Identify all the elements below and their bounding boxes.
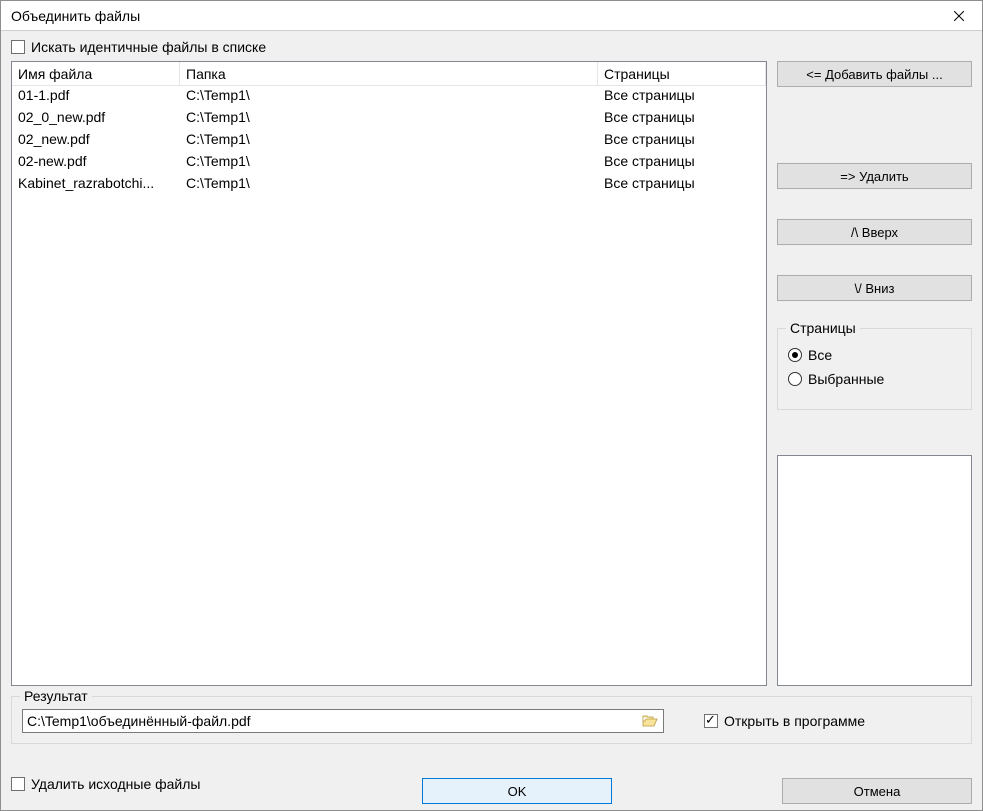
open-in-program-label: Открыть в программе <box>724 713 865 729</box>
radio-all-row[interactable]: Все <box>788 347 961 363</box>
cell-folder: C:\Temp1\ <box>180 174 598 196</box>
browse-button[interactable] <box>641 712 659 730</box>
file-list-header: Имя файла Папка Страницы <box>12 62 766 86</box>
delete-source-checkbox[interactable] <box>11 777 25 791</box>
ok-button[interactable]: OK <box>422 778 612 804</box>
radio-selected-label: Выбранные <box>808 371 884 387</box>
cell-filename: 02_0_new.pdf <box>12 108 180 130</box>
add-files-button[interactable]: <= Добавить файлы ... <box>777 61 972 87</box>
file-list[interactable]: Имя файла Папка Страницы 01-1.pdfC:\Temp… <box>11 61 767 686</box>
cancel-button[interactable]: Отмена <box>782 778 972 804</box>
close-icon <box>954 11 964 21</box>
result-path-text: C:\Temp1\объединённый-файл.pdf <box>27 713 641 729</box>
column-header-name[interactable]: Имя файла <box>12 62 180 85</box>
move-up-button[interactable]: /\ Вверх <box>777 219 972 245</box>
table-row[interactable]: Kabinet_razrabotchi...C:\Temp1\Все стран… <box>12 174 766 196</box>
window-title: Объединить файлы <box>11 8 936 24</box>
cell-pages: Все страницы <box>598 152 766 174</box>
dialog-window: Объединить файлы Искать идентичные файлы… <box>0 0 983 811</box>
open-in-program-checkbox[interactable] <box>704 714 718 728</box>
remove-button[interactable]: => Удалить <box>777 163 972 189</box>
table-row[interactable]: 02_0_new.pdfC:\Temp1\Все страницы <box>12 108 766 130</box>
column-header-pages[interactable]: Страницы <box>598 62 766 85</box>
cell-folder: C:\Temp1\ <box>180 130 598 152</box>
side-column: <= Добавить файлы ... => Удалить /\ Ввер… <box>777 61 972 686</box>
folder-open-icon <box>642 714 658 728</box>
file-list-body: 01-1.pdfC:\Temp1\Все страницы02_0_new.pd… <box>12 86 766 685</box>
radio-all[interactable] <box>788 348 802 362</box>
move-down-button[interactable]: \/ Вниз <box>777 275 972 301</box>
search-identical-label: Искать идентичные файлы в списке <box>31 39 266 55</box>
table-row[interactable]: 02_new.pdfC:\Temp1\Все страницы <box>12 130 766 152</box>
result-path-box[interactable]: C:\Temp1\объединённый-файл.pdf <box>22 709 664 733</box>
cell-filename: 01-1.pdf <box>12 86 180 108</box>
cell-pages: Все страницы <box>598 130 766 152</box>
pages-group: Страницы Все Выбранные <box>777 328 972 410</box>
cell-pages: Все страницы <box>598 108 766 130</box>
client-area: Искать идентичные файлы в списке Имя фай… <box>1 31 982 810</box>
cell-folder: C:\Temp1\ <box>180 108 598 130</box>
cell-folder: C:\Temp1\ <box>180 152 598 174</box>
table-row[interactable]: 02-new.pdfC:\Temp1\Все страницы <box>12 152 766 174</box>
middle-area: Имя файла Папка Страницы 01-1.pdfC:\Temp… <box>11 61 972 686</box>
ok-cancel-bar: OK Отмена <box>11 778 972 804</box>
table-row[interactable]: 01-1.pdfC:\Temp1\Все страницы <box>12 86 766 108</box>
column-header-folder[interactable]: Папка <box>180 62 598 85</box>
preview-box <box>777 455 972 686</box>
close-button[interactable] <box>936 1 982 31</box>
cell-folder: C:\Temp1\ <box>180 86 598 108</box>
pages-group-title: Страницы <box>786 320 860 336</box>
cell-filename: 02_new.pdf <box>12 130 180 152</box>
search-identical-row: Искать идентичные файлы в списке <box>11 39 972 55</box>
result-group-title: Результат <box>20 688 92 704</box>
cell-filename: Kabinet_razrabotchi... <box>12 174 180 196</box>
cell-filename: 02-new.pdf <box>12 152 180 174</box>
titlebar: Объединить файлы <box>1 1 982 31</box>
radio-selected-row[interactable]: Выбранные <box>788 371 961 387</box>
cell-pages: Все страницы <box>598 174 766 196</box>
open-in-program-row[interactable]: Открыть в программе <box>704 713 865 729</box>
radio-selected[interactable] <box>788 372 802 386</box>
result-group: Результат C:\Temp1\объединённый-файл.pdf… <box>11 696 972 744</box>
radio-all-label: Все <box>808 347 832 363</box>
search-identical-checkbox[interactable] <box>11 40 25 54</box>
cell-pages: Все страницы <box>598 86 766 108</box>
